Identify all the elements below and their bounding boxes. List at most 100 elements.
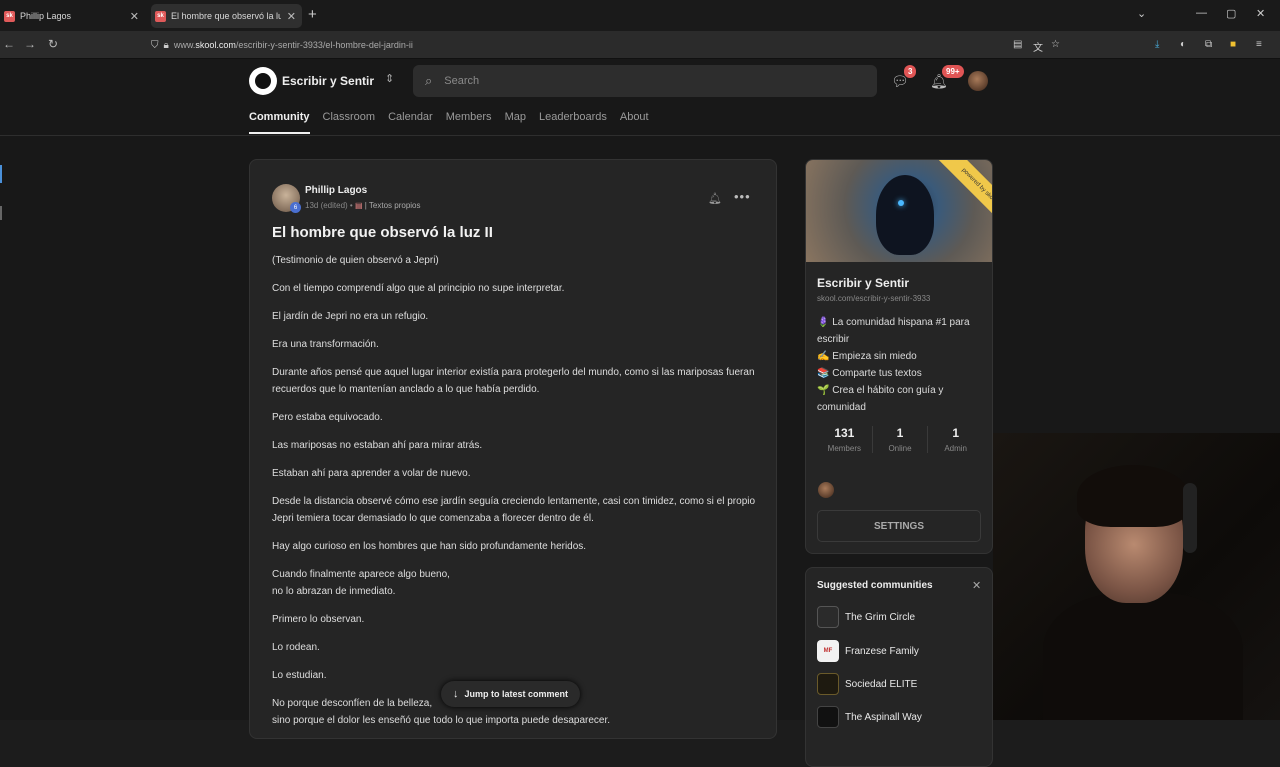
translate-icon[interactable]: 文 bbox=[1033, 39, 1043, 54]
forward-icon[interactable]: → bbox=[24, 37, 36, 51]
skool-favicon-icon: sk bbox=[4, 10, 15, 22]
post-paragraph: Desde la distancia observé cómo ese jard… bbox=[272, 496, 756, 524]
tab-about[interactable]: About bbox=[620, 111, 649, 134]
headphones-icon bbox=[1183, 483, 1197, 553]
raven-eye bbox=[898, 200, 904, 206]
author-name[interactable]: Phillip Lagos bbox=[305, 185, 367, 196]
scroll-marker bbox=[0, 206, 2, 220]
post-line: no lo abrazan de inmediato. bbox=[272, 586, 396, 597]
minimize-icon[interactable]: — bbox=[1196, 7, 1207, 19]
tab-calendar[interactable]: Calendar bbox=[388, 111, 433, 134]
download-icon[interactable]: ⤓ bbox=[1155, 39, 1159, 50]
community-icon bbox=[817, 606, 839, 628]
jump-to-latest-comment-button[interactable]: ↓ Jump to latest comment bbox=[441, 681, 581, 707]
desc-line: 🪻 La comunidad hispana #1 para escribir bbox=[817, 317, 970, 345]
browser-toolbar: ← → ↻ ⛉ 🔒︎ www. skool.com/escribir-y-sent… bbox=[0, 31, 1280, 59]
search-icon: ⌕ bbox=[425, 73, 433, 88]
stat-value: 1 bbox=[896, 426, 904, 440]
level-badge: 6 bbox=[290, 202, 301, 213]
post-line: sino porque el dolor les enseñó que todo… bbox=[272, 715, 611, 726]
menu-icon[interactable]: ≡ bbox=[1256, 39, 1262, 50]
community-logo[interactable] bbox=[249, 67, 277, 95]
suggested-item[interactable]: The Grim Circle bbox=[817, 606, 915, 628]
url-prefix: www. bbox=[173, 40, 196, 50]
notification-badge: 99+ bbox=[942, 65, 964, 78]
lock-icon[interactable]: 🔒︎ bbox=[164, 40, 169, 51]
stat-online[interactable]: 1 Online bbox=[873, 426, 929, 453]
browser-tab[interactable]: sk Phillip Lagos ✕ bbox=[0, 4, 145, 28]
shield-icon[interactable]: ⛉ bbox=[151, 40, 159, 51]
browser-tab-active[interactable]: sk El hombre que observó la luz II ✕ bbox=[151, 4, 302, 28]
stat-value: 131 bbox=[834, 426, 855, 440]
url-domain: skool.com bbox=[195, 40, 236, 50]
app-header: Escribir y Sentir ⇕ ⌕ Search 💬︎ 3 🔔︎ 99+… bbox=[0, 59, 1280, 136]
extension-icon[interactable]: ◐ bbox=[1180, 39, 1186, 50]
community-description: 🪻 La comunidad hispana #1 para escribir … bbox=[817, 314, 987, 416]
maximize-icon[interactable]: ▢ bbox=[1226, 7, 1236, 20]
url-path: /escribir-y-sentir-3933/el-hombre-del-ja… bbox=[235, 40, 413, 50]
extension-r-icon[interactable]: ■ bbox=[1230, 39, 1236, 50]
post-body: (Testimonio de quien observó a Jepri) Co… bbox=[272, 252, 756, 738]
community-icon bbox=[817, 673, 839, 695]
stat-value: 1 bbox=[952, 426, 960, 440]
post-paragraph: Primero lo observan. bbox=[272, 614, 365, 625]
community-card: powered by skool Escribir y Sentir skool… bbox=[805, 159, 993, 554]
community-icon: MF bbox=[817, 640, 839, 662]
scroll-marker bbox=[0, 165, 2, 183]
post-paragraph: Estaban ahí para aprender a volar de nue… bbox=[272, 468, 471, 479]
new-tab-icon[interactable]: + bbox=[308, 6, 317, 23]
tab-community[interactable]: Community bbox=[249, 111, 310, 134]
close-icon[interactable]: ✕ bbox=[972, 579, 981, 592]
desc-line: 🌱 Crea el hábito con guía y comunidad bbox=[817, 385, 944, 413]
webcam-person-body bbox=[1043, 593, 1243, 720]
bell-icon[interactable]: 🔔︎ bbox=[708, 192, 722, 205]
tab-classroom[interactable]: Classroom bbox=[323, 111, 376, 134]
star-icon[interactable]: ☆ bbox=[1051, 39, 1060, 50]
post-line: Cuando finalmente aparece algo bueno, bbox=[272, 569, 450, 580]
suggested-name: Sociedad ELITE bbox=[845, 678, 918, 690]
close-icon[interactable]: ✕ bbox=[287, 10, 296, 23]
stat-admin[interactable]: 1 Admin bbox=[928, 426, 983, 453]
post-category[interactable]: | Textos propios bbox=[365, 201, 421, 210]
more-options-icon[interactable]: ••• bbox=[734, 189, 751, 204]
tab-members[interactable]: Members bbox=[446, 111, 492, 134]
suggested-item[interactable]: Sociedad ELITE bbox=[817, 673, 917, 695]
stat-label: Admin bbox=[944, 444, 968, 453]
desc-line: 📚 Comparte tus textos bbox=[817, 368, 922, 379]
close-window-icon[interactable]: ✕ bbox=[1256, 7, 1265, 20]
stat-label: Members bbox=[827, 444, 861, 453]
tab-map[interactable]: Map bbox=[505, 111, 526, 134]
community-url: skool.com/escribir-y-sentir-3933 bbox=[817, 294, 931, 303]
jump-label: Jump to latest comment bbox=[464, 689, 569, 699]
close-icon[interactable]: ✕ bbox=[130, 10, 139, 23]
switch-community-icon[interactable]: ⇕ bbox=[385, 72, 394, 85]
address-bar[interactable]: ⛉ 🔒︎ www. skool.com/escribir-y-sentir-393… bbox=[145, 34, 1070, 56]
post-meta: 13d (edited) • ▤ | Textos propios bbox=[305, 201, 421, 210]
tab-label: El hombre que observó la luz II bbox=[171, 11, 281, 21]
community-stats: 131 Members 1 Online 1 Admin bbox=[817, 426, 983, 453]
post-paragraph: (Testimonio de quien observó a Jepri) bbox=[272, 255, 439, 266]
community-cover-image: powered by skool bbox=[806, 160, 992, 262]
member-avatar[interactable] bbox=[818, 482, 834, 498]
reload-icon[interactable]: ↻ bbox=[48, 37, 58, 51]
post-title: El hombre que observó la luz II bbox=[272, 224, 493, 241]
post-paragraph: Durante años pensé que aquel lugar inter… bbox=[272, 367, 755, 395]
suggested-item[interactable]: MF Franzese Family bbox=[817, 640, 919, 662]
suggested-name: Franzese Family bbox=[845, 645, 919, 657]
tab-label: Phillip Lagos bbox=[20, 11, 72, 21]
suggested-item[interactable]: The Aspinall Way bbox=[817, 706, 922, 728]
tab-leaderboards[interactable]: Leaderboards bbox=[539, 111, 607, 134]
powered-by-ribbon[interactable]: powered by skool bbox=[933, 160, 992, 232]
user-avatar[interactable] bbox=[968, 71, 988, 91]
chevron-down-icon[interactable]: ⌄ bbox=[1137, 7, 1146, 20]
post-paragraph: Lo rodean. bbox=[272, 642, 320, 653]
community-name[interactable]: Escribir y Sentir bbox=[282, 74, 374, 88]
puzzle-icon[interactable]: ⧉ bbox=[1205, 39, 1212, 50]
search-input[interactable]: ⌕ Search bbox=[413, 65, 877, 97]
back-icon[interactable]: ← bbox=[3, 37, 15, 51]
reader-icon[interactable]: ▤ bbox=[1013, 39, 1022, 50]
settings-button[interactable]: SETTINGS bbox=[817, 510, 981, 542]
note-icon: ▤ bbox=[354, 201, 363, 210]
stat-members[interactable]: 131 Members bbox=[817, 426, 873, 453]
search-placeholder: Search bbox=[444, 75, 480, 87]
